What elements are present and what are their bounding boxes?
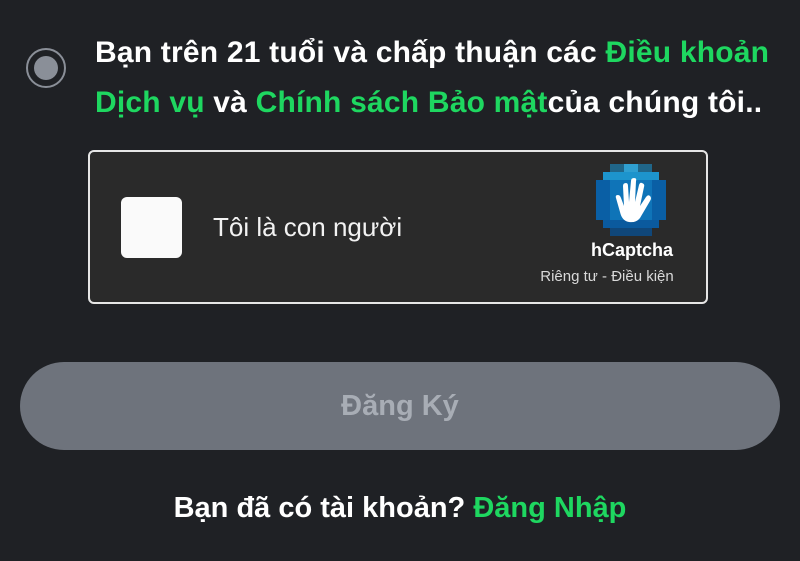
radio-dot <box>34 56 58 80</box>
captcha-links: Riêng tư - Điều kiện <box>512 268 702 285</box>
captcha-checkbox[interactable] <box>121 197 182 258</box>
login-link[interactable]: Đăng Nhập <box>473 492 626 524</box>
consent-radio[interactable] <box>26 48 66 88</box>
consent-text-middle: và <box>204 86 256 119</box>
consent-text-after: của chúng tôi.. <box>547 86 763 119</box>
login-prompt: Bạn đã có tài khoản? <box>173 492 474 524</box>
login-row: Bạn đã có tài khoản? Đăng Nhập <box>0 492 800 525</box>
captcha-links-separator: - <box>597 268 612 285</box>
signup-page: Bạn trên 21 tuổi và chấp thuận các Điều … <box>0 0 800 561</box>
captcha-privacy-link[interactable]: Riêng tư <box>540 268 598 285</box>
captcha-brand: hCaptcha <box>590 240 673 260</box>
captcha-label: Tôi là con người <box>213 212 403 242</box>
consent-text: Bạn trên 21 tuổi và chấp thuận các Điều … <box>95 28 785 128</box>
captcha-terms-link[interactable]: Điều kiện <box>611 268 674 285</box>
hcaptcha-logo-icon <box>596 164 666 236</box>
signup-button[interactable]: Đăng Ký <box>20 362 780 450</box>
consent-text-before: Bạn trên 21 tuổi và chấp thuận các <box>95 36 606 69</box>
hcaptcha-widget: Tôi là con người hCaptcha Riêng tư - Điề… <box>88 150 708 304</box>
privacy-policy-link[interactable]: Chính sách Bảo mật <box>256 86 548 119</box>
